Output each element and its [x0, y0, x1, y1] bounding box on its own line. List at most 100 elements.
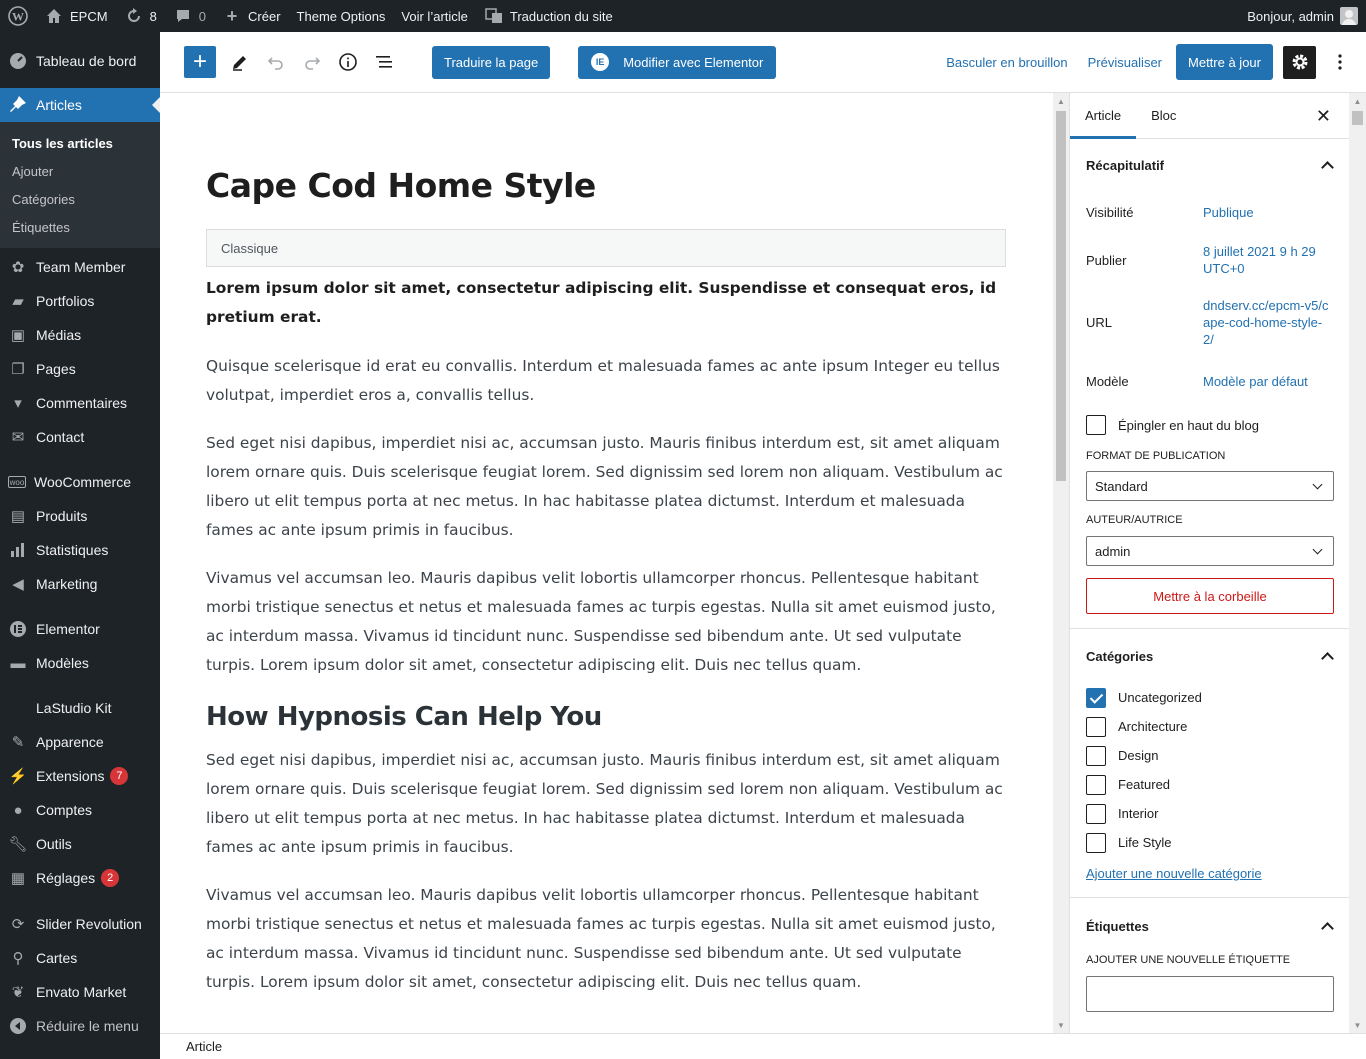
summary-panel-toggle[interactable]: Récapitulatif	[1086, 139, 1333, 191]
menu-accounts[interactable]: ● Comptes	[0, 793, 160, 827]
sidebar-scrollbar[interactable]: ▲ ▼	[1349, 93, 1366, 1033]
menu-tools[interactable]: 🔧︎ Outils	[0, 827, 160, 861]
menu-label: Pages	[36, 361, 76, 377]
category-item[interactable]: Design	[1086, 741, 1333, 770]
menu-elementor[interactable]: Elementor	[0, 612, 160, 646]
category-checkbox[interactable]	[1086, 803, 1106, 824]
block-inserter-button[interactable]: +	[184, 46, 216, 78]
menu-products[interactable]: ▤ Produits	[0, 499, 160, 533]
submenu-add[interactable]: Ajouter	[0, 157, 160, 185]
list-view-button[interactable]	[366, 44, 402, 80]
scroll-up-icon[interactable]: ▲	[1349, 93, 1366, 109]
menu-woocommerce[interactable]: woo WooCommerce	[0, 465, 160, 499]
visibility-value[interactable]: Publique	[1203, 204, 1333, 221]
submenu-all-articles[interactable]: Tous les articles	[0, 129, 160, 157]
scroll-down-icon[interactable]: ▼	[1349, 1017, 1366, 1033]
more-options-button[interactable]	[1322, 44, 1358, 80]
post-title[interactable]: Cape Cod Home Style	[206, 166, 596, 205]
category-item[interactable]: Architecture	[1086, 712, 1333, 741]
scrollbar-thumb[interactable]	[1352, 111, 1363, 125]
collapse-icon	[8, 1016, 28, 1036]
menu-slider-revolution[interactable]: ⟳ Slider Revolution	[0, 907, 160, 941]
categories-panel-toggle[interactable]: Catégories	[1086, 629, 1333, 683]
category-item[interactable]: Life Style	[1086, 828, 1333, 857]
close-icon[interactable]: ✕	[1316, 106, 1331, 127]
elementor-label: Modifier avec Elementor	[623, 54, 764, 70]
menu-portfolios[interactable]: ▰ Portfolios	[0, 284, 160, 318]
redo-button[interactable]	[294, 44, 330, 80]
category-checkbox[interactable]	[1086, 832, 1106, 853]
breadcrumb-item[interactable]: Article	[186, 1039, 222, 1054]
preview-button[interactable]: Prévisualiser	[1078, 55, 1172, 70]
menu-pages[interactable]: ❐ Pages	[0, 352, 160, 386]
menu-label: Statistiques	[36, 542, 109, 558]
menu-dashboard[interactable]: Tableau de bord	[0, 44, 160, 78]
menu-label: Envato Market	[36, 984, 127, 1000]
switch-to-draft-button[interactable]: Basculer en brouillon	[936, 55, 1077, 70]
details-button[interactable]	[330, 44, 366, 80]
author-select[interactable]: admin	[1086, 536, 1334, 566]
move-to-trash-button[interactable]: Mettre à la corbeille	[1086, 578, 1334, 614]
menu-lastudio-kit[interactable]: LaStudio Kit	[0, 691, 160, 725]
tab-article[interactable]: Article	[1070, 93, 1136, 139]
submenu-categories[interactable]: Catégories	[0, 185, 160, 213]
scroll-up-icon[interactable]: ▲	[1053, 93, 1069, 109]
lead-paragraph: Lorem ipsum dolor sit amet, consectetur …	[206, 279, 997, 326]
wordpress-logo-icon[interactable]: W	[0, 0, 36, 32]
translate-page-button[interactable]: Traduire la page	[432, 45, 551, 79]
menu-contact[interactable]: ✉ Contact	[0, 420, 160, 454]
menu-articles[interactable]: Articles	[0, 88, 160, 122]
publish-label: Publier	[1086, 252, 1127, 268]
format-select[interactable]: Standard	[1086, 471, 1334, 501]
publish-date-value[interactable]: 8 juillet 2021 9 h 29 UTC+0	[1203, 243, 1333, 277]
canvas-scrollbar[interactable]: ▲ ▼	[1053, 93, 1069, 1033]
tab-block[interactable]: Bloc	[1136, 93, 1191, 139]
menu-extensions[interactable]: ⚡ Extensions 7	[0, 759, 160, 793]
updates-link[interactable]: 8	[116, 0, 165, 32]
view-post-link[interactable]: Voir l’article	[393, 0, 475, 32]
category-item[interactable]: Featured	[1086, 770, 1333, 799]
settings-button[interactable]	[1283, 45, 1316, 79]
category-checkbox[interactable]	[1086, 687, 1106, 708]
comments-link[interactable]: 0	[165, 0, 214, 32]
account-greeting[interactable]: Bonjour, admin	[1247, 9, 1334, 24]
category-item[interactable]: Uncategorized	[1086, 683, 1333, 712]
menu-media[interactable]: ▣ Médias	[0, 318, 160, 352]
category-checkbox[interactable]	[1086, 774, 1106, 795]
add-category-link[interactable]: Ajouter une nouvelle catégorie	[1086, 866, 1262, 881]
panel-title: Récapitulatif	[1086, 157, 1165, 173]
post-content[interactable]: Lorem ipsum dolor sit amet, consectetur …	[206, 274, 1006, 1016]
scrollbar-thumb[interactable]	[1056, 111, 1066, 481]
classic-block-toolbar[interactable]: Classique	[206, 229, 1006, 267]
avatar[interactable]	[1340, 7, 1358, 25]
template-value[interactable]: Modèle par défaut	[1203, 373, 1333, 390]
undo-button[interactable]	[258, 44, 294, 80]
menu-comments[interactable]: ▾ Commentaires	[0, 386, 160, 420]
menu-maps[interactable]: ⚲ Cartes	[0, 941, 160, 975]
collapse-menu-button[interactable]: Réduire le menu	[0, 1009, 160, 1043]
menu-statistics[interactable]: Statistiques	[0, 533, 160, 567]
tags-panel-toggle[interactable]: Étiquettes	[1086, 898, 1333, 954]
scroll-down-icon[interactable]: ▼	[1053, 1017, 1069, 1033]
category-item[interactable]: Interior	[1086, 799, 1333, 828]
editor-toolbar: + Traduire la page IE Modifier avec Elem…	[160, 32, 1366, 93]
menu-templates[interactable]: ▬ Modèles	[0, 646, 160, 680]
menu-marketing[interactable]: ◀ Marketing	[0, 567, 160, 601]
theme-options-link[interactable]: Theme Options	[289, 0, 394, 32]
update-button[interactable]: Mettre à jour	[1176, 44, 1273, 80]
new-content-link[interactable]: + Créer	[214, 0, 289, 32]
translate-site-link[interactable]: Traduction du site	[476, 0, 621, 32]
category-checkbox[interactable]	[1086, 745, 1106, 766]
menu-settings[interactable]: ▦ Réglages 2	[0, 861, 160, 895]
submenu-tags[interactable]: Étiquettes	[0, 213, 160, 241]
category-checkbox[interactable]	[1086, 716, 1106, 737]
edit-with-elementor-button[interactable]: IE Modifier avec Elementor	[578, 45, 777, 79]
url-value[interactable]: dndserv.cc/epcm-v5/cape-cod-home-style-2…	[1203, 297, 1333, 348]
menu-envato-market[interactable]: ❦ Envato Market	[0, 975, 160, 1009]
menu-appearance[interactable]: ✎ Apparence	[0, 725, 160, 759]
sticky-checkbox[interactable]	[1086, 415, 1106, 435]
add-tag-input[interactable]	[1086, 976, 1334, 1012]
site-name-link[interactable]: EPCM	[36, 0, 116, 32]
menu-team-member[interactable]: ✿ Team Member	[0, 250, 160, 284]
edit-tool-button[interactable]	[222, 44, 258, 80]
